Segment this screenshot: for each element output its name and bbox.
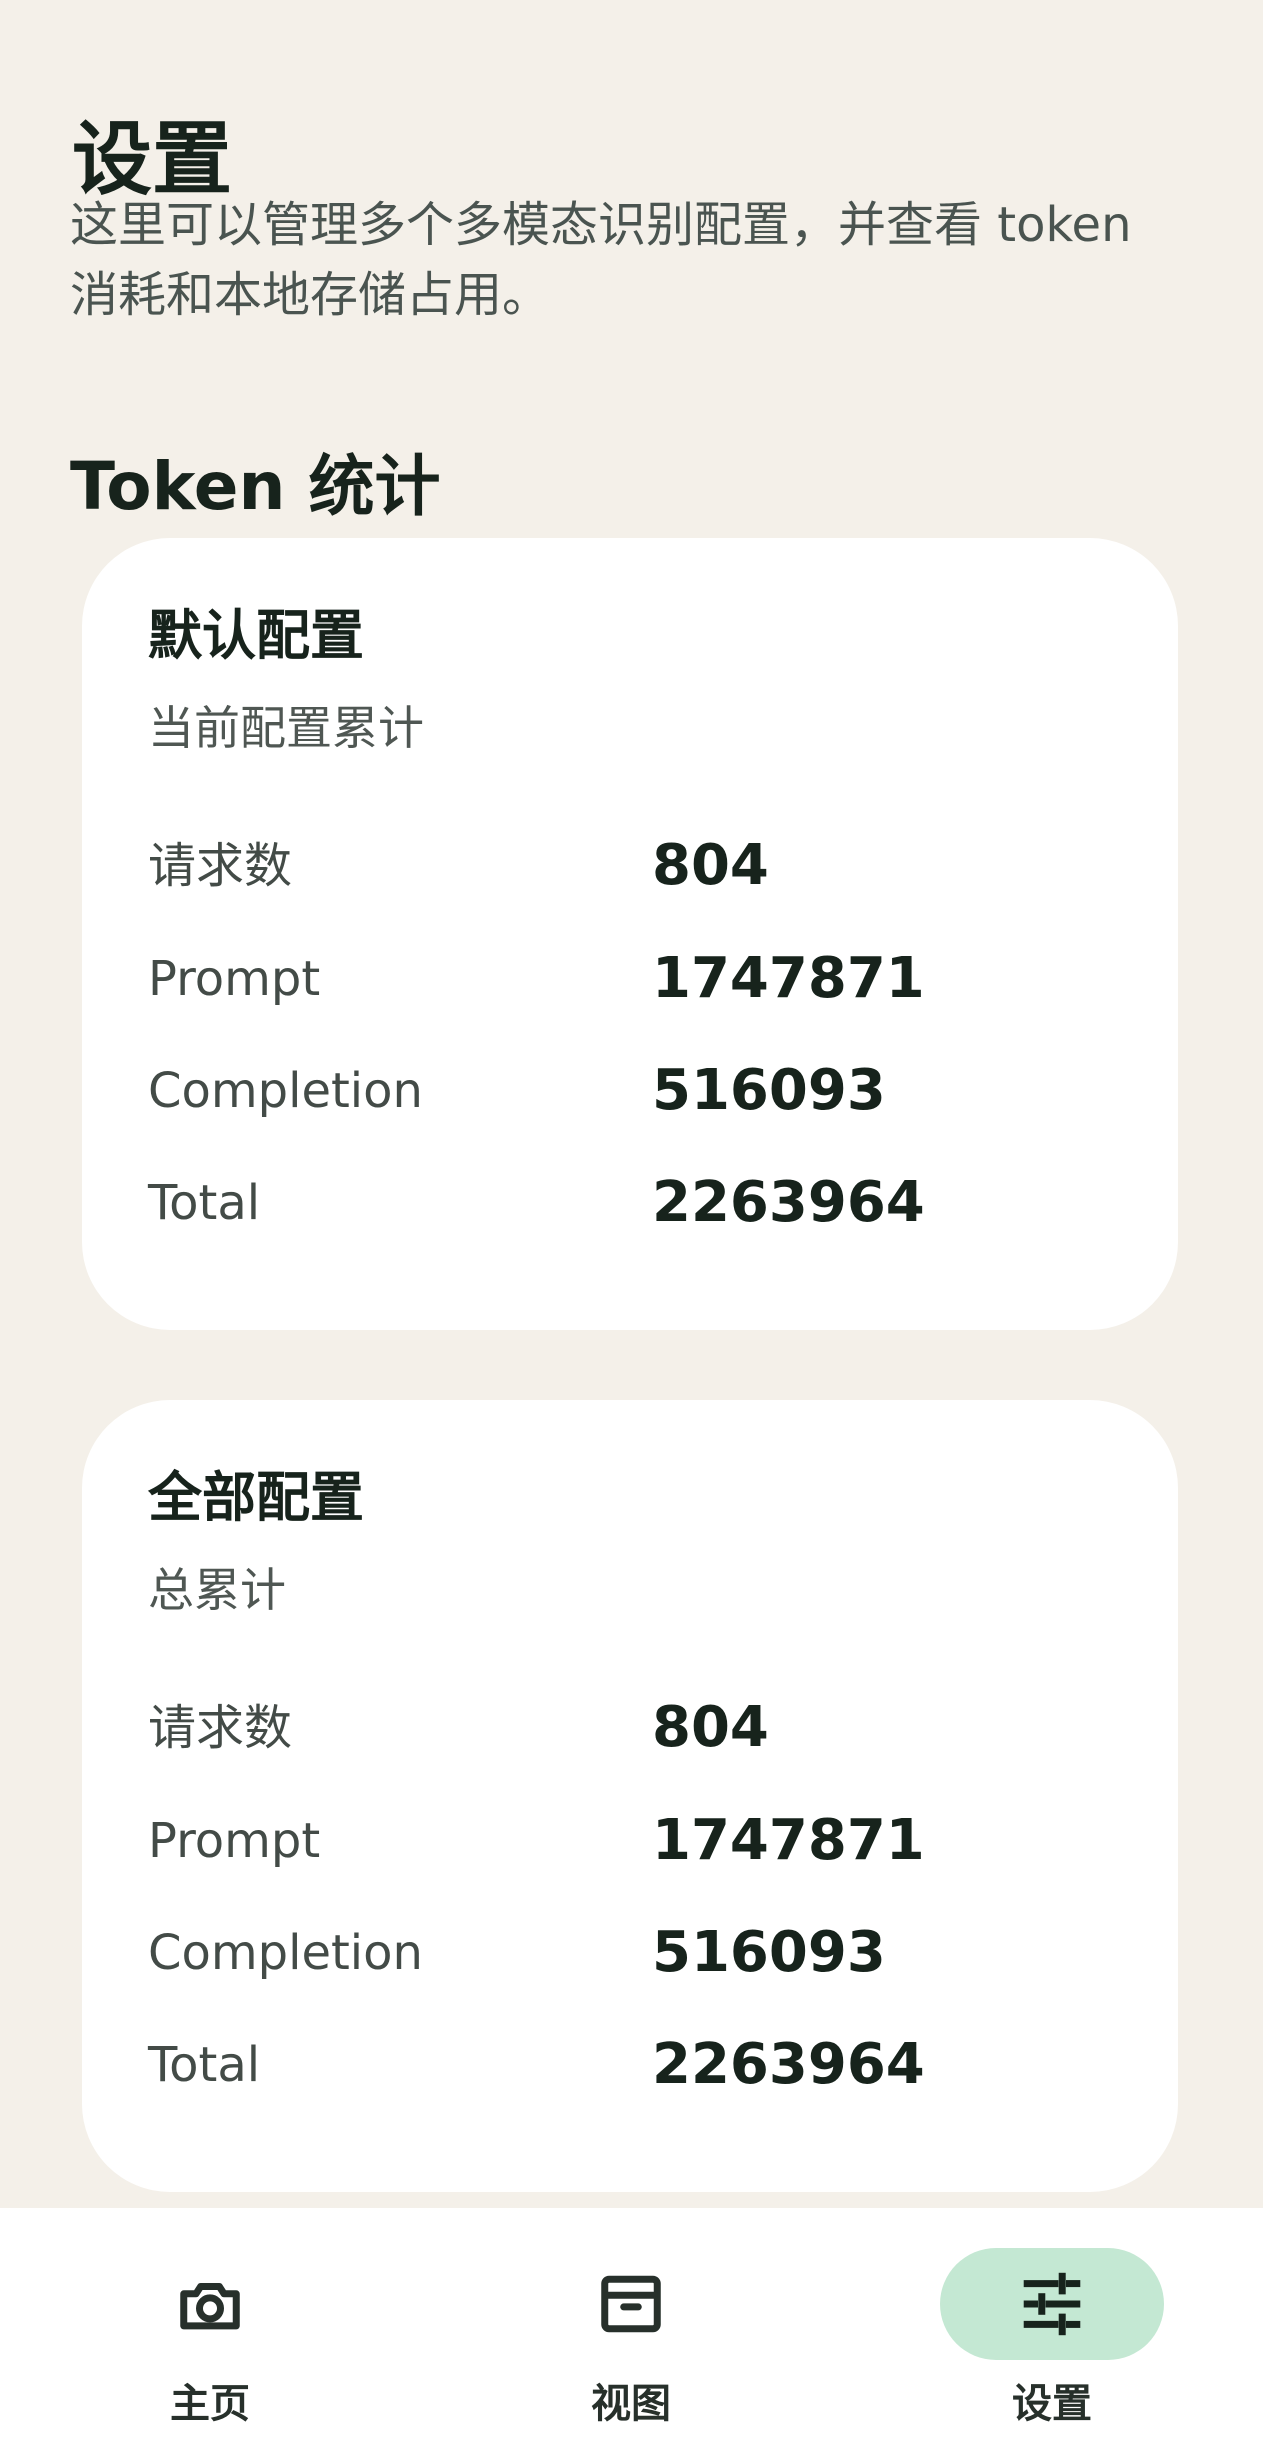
stat-value: 516093 xyxy=(652,1058,886,1123)
nav-item-settings[interactable]: 设置 xyxy=(842,2208,1262,2459)
stat-value: 804 xyxy=(652,833,769,898)
stat-label: Prompt xyxy=(148,1813,321,1869)
nav-active-indicator xyxy=(940,2248,1164,2360)
nav-label: 视图 xyxy=(591,2381,671,2427)
stat-value: 1747871 xyxy=(652,1808,925,1873)
archive-icon xyxy=(601,2275,661,2333)
stat-value: 2263964 xyxy=(652,1170,925,1235)
page-description: 这里可以管理多个多模态识别配置，并查看 token 消耗和本地存储占用。 xyxy=(70,197,1132,323)
tune-icon xyxy=(1023,2272,1081,2336)
stat-value: 1747871 xyxy=(652,946,925,1011)
stat-label: 请求数 xyxy=(148,1700,293,1756)
card-subtitle: 当前配置累计 xyxy=(148,701,424,755)
nav-label: 设置 xyxy=(1012,2381,1092,2427)
default-config-card: 默认配置 当前配置累计 请求数 804 Prompt 1747871 Compl… xyxy=(82,538,1178,1330)
stat-value: 516093 xyxy=(652,1920,886,1985)
nav-item-home[interactable]: 主页 xyxy=(0,2208,420,2459)
card-subtitle: 总累计 xyxy=(148,1563,286,1617)
bottom-navigation: 主页 视图 设置 xyxy=(0,2208,1263,2459)
nav-icon-container xyxy=(98,2248,322,2360)
stat-row-prompt: Prompt 1747871 xyxy=(148,1803,1108,1883)
card-title: 全部配置 xyxy=(148,1466,364,1529)
stat-row-completion: Completion 516093 xyxy=(148,1915,1108,1995)
stat-row-requests: 请求数 804 xyxy=(148,1690,1108,1770)
card-title: 默认配置 xyxy=(148,604,364,667)
stat-row-prompt: Prompt 1747871 xyxy=(148,941,1108,1021)
nav-item-view[interactable]: 视图 xyxy=(421,2208,841,2459)
stat-row-total: Total 2263964 xyxy=(148,2027,1108,2107)
stat-value: 804 xyxy=(652,1695,769,1760)
nav-icon-container xyxy=(519,2248,743,2360)
stat-row-total: Total 2263964 xyxy=(148,1165,1108,1245)
stat-value: 2263964 xyxy=(652,2032,925,2097)
all-configs-card: 全部配置 总累计 请求数 804 Prompt 1747871 Completi… xyxy=(82,1400,1178,2192)
stat-row-completion: Completion 516093 xyxy=(148,1053,1108,1133)
stat-row-requests: 请求数 804 xyxy=(148,828,1108,908)
stat-label: Total xyxy=(148,2037,261,2093)
stat-label: Total xyxy=(148,1175,261,1231)
stat-label: Prompt xyxy=(148,951,321,1007)
stat-label: 请求数 xyxy=(148,838,293,894)
camera-icon xyxy=(180,2283,240,2330)
stat-label: Completion xyxy=(148,1063,423,1119)
stat-label: Completion xyxy=(148,1925,423,1981)
nav-label: 主页 xyxy=(170,2381,250,2427)
token-stats-heading: Token 统计 xyxy=(70,447,441,525)
